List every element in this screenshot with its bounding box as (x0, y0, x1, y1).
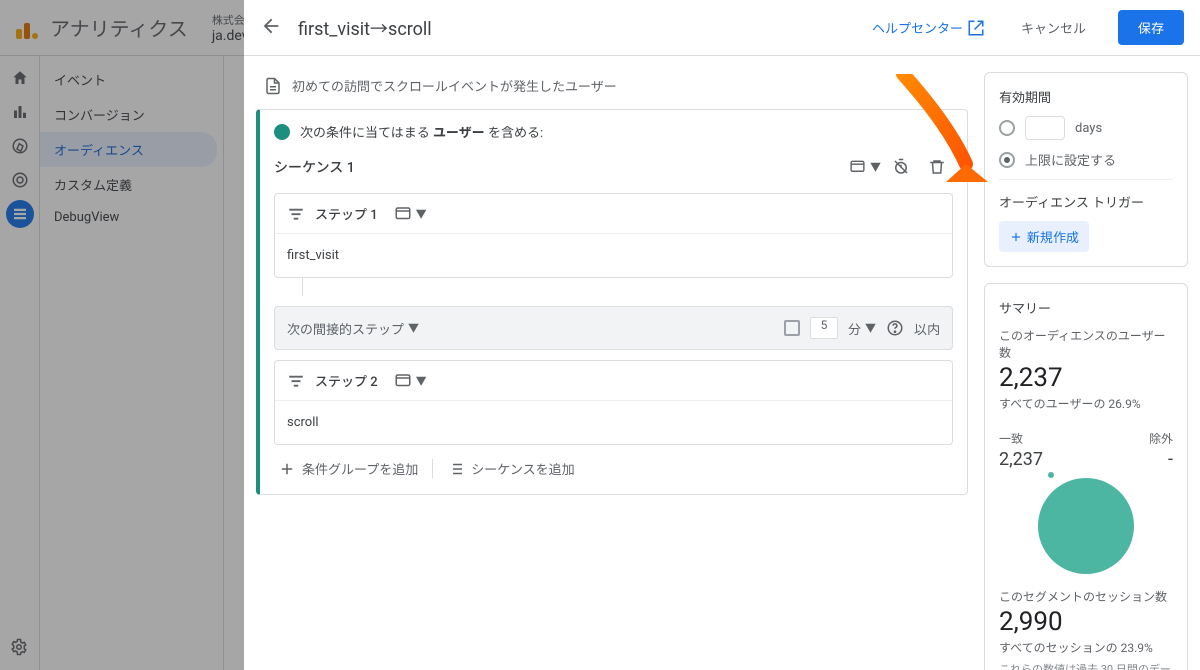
panel-header: first_visit→scroll ヘルプセンター キャンセル 保存 (244, 0, 1200, 56)
summary-exclude-label: 除外 (1086, 430, 1173, 447)
scope-icon (394, 205, 412, 223)
summary-sessions-pct: すべてのセッションの 23.9% (999, 639, 1173, 656)
include-header: 次の条件に当てはまる ユーザー を含める: (274, 122, 953, 141)
step-2-label: ステップ 2 (315, 371, 378, 390)
side-panel: 有効期間 days 上限に設定する オーディエンス トリガー 新規作成 (984, 56, 1200, 670)
plus-icon (1009, 230, 1023, 244)
add-sequence-label: シーケンスを追加 (471, 459, 574, 478)
duration-max-label: 上限に設定する (1025, 150, 1116, 169)
connector-line (302, 278, 953, 296)
timer-off-icon (892, 158, 910, 176)
summary-pie-chart (999, 478, 1173, 574)
description-text: 初めての訪問でスクロールイベントが発生したユーザー (292, 76, 617, 95)
sequence-scope-selector[interactable]: ▼ (849, 151, 881, 183)
description-row[interactable]: 初めての訪問でスクロールイベントが発生したユーザー (256, 72, 968, 109)
time-unit-label: 分 (848, 319, 861, 338)
include-suffix: を含める: (485, 126, 543, 141)
include-dot-icon (274, 124, 290, 140)
summary-note: これらの数値は過去 30 日間のデータに基づく推定であり、実際のユーザーのサイズ… (999, 662, 1173, 670)
step-1-event[interactable]: first_visit (275, 234, 952, 277)
trash-icon (928, 158, 946, 176)
include-bold: ユーザー (433, 126, 485, 141)
summary-title: サマリー (999, 298, 1173, 317)
summary-users-label: このオーディエンスのユーザー数 (999, 327, 1173, 361)
time-constraint-checkbox[interactable] (784, 320, 800, 336)
time-value-input[interactable]: 5 (810, 317, 838, 339)
help-icon[interactable] (886, 319, 904, 337)
sequence-list-icon (447, 460, 465, 478)
sequence-title: シーケンス 1 (274, 157, 845, 177)
audience-builder-panel: first_visit→scroll ヘルプセンター キャンセル 保存 初めての… (244, 0, 1200, 670)
sequence-footer: 条件グループを追加 シーケンスを追加 (274, 445, 953, 484)
summary-card: サマリー このオーディエンスのユーザー数 2,237 すべてのユーザーの 26.… (984, 283, 1188, 670)
cancel-button[interactable]: キャンセル (1021, 18, 1086, 37)
chevron-down-icon: ▼ (865, 320, 876, 336)
summary-users-pct: すべてのユーザーの 26.9% (999, 395, 1173, 412)
step-2-scope-selector[interactable]: ▼ (394, 372, 427, 390)
duration-max-radio[interactable] (999, 152, 1015, 168)
plus-icon (278, 460, 296, 478)
help-center-link[interactable]: ヘルプセンター (872, 18, 985, 37)
summary-match-value: 2,237 (999, 449, 1086, 470)
create-trigger-label: 新規作成 (1027, 227, 1079, 246)
time-unit-selector[interactable]: 分 ▼ (848, 319, 876, 338)
step-2-card: ステップ 2 ▼ scroll (274, 360, 953, 445)
save-button[interactable]: 保存 (1118, 10, 1184, 45)
help-center-label: ヘルプセンター (872, 18, 963, 37)
filter-list-icon (287, 205, 305, 223)
audience-trigger-title: オーディエンス トリガー (999, 192, 1173, 211)
add-condition-group-button[interactable]: 条件グループを追加 (278, 459, 418, 478)
timer-toggle-button[interactable] (885, 151, 917, 183)
summary-sessions-value: 2,990 (999, 607, 1173, 637)
step-1-scope-selector[interactable]: ▼ (394, 205, 427, 223)
summary-sessions-label: このセグメントのセッション数 (999, 588, 1173, 605)
chevron-down-icon: ▼ (408, 320, 419, 336)
description-icon (264, 77, 282, 95)
summary-exclude-value: - (1086, 449, 1173, 470)
scope-icon (849, 158, 866, 176)
step-1-label: ステップ 1 (315, 204, 378, 223)
duration-days-unit: days (1075, 121, 1102, 136)
duration-title: 有効期間 (999, 87, 1173, 106)
back-arrow-icon[interactable] (260, 15, 282, 41)
step-2-event[interactable]: scroll (275, 401, 952, 444)
membership-duration-card: 有効期間 days 上限に設定する オーディエンス トリガー 新規作成 (984, 72, 1188, 267)
builder-area: 初めての訪問でスクロールイベントが発生したユーザー 次の条件に当てはまる ユーザ… (244, 56, 984, 670)
connector-type-label: 次の間接的ステップ (287, 319, 404, 338)
external-link-icon (967, 19, 985, 37)
connector-suffix: 以内 (914, 319, 940, 338)
add-sequence-button[interactable]: シーケンスを追加 (447, 459, 574, 478)
summary-users-value: 2,237 (999, 363, 1173, 393)
chevron-down-icon: ▼ (416, 373, 427, 389)
delete-sequence-button[interactable] (921, 151, 953, 183)
chevron-down-icon: ▼ (870, 159, 881, 175)
scope-icon (394, 372, 412, 390)
summary-match-label: 一致 (999, 430, 1086, 447)
include-prefix: 次の条件に当てはまる (300, 126, 433, 141)
sequence-card: 次の条件に当てはまる ユーザー を含める: シーケンス 1 ▼ (256, 109, 968, 495)
duration-days-radio[interactable] (999, 120, 1015, 136)
filter-list-icon (287, 372, 305, 390)
audience-title[interactable]: first_visit→scroll (298, 15, 856, 41)
create-trigger-button[interactable]: 新規作成 (999, 221, 1089, 252)
connector-type-selector[interactable]: 次の間接的ステップ ▼ (287, 319, 774, 338)
step-1-card: ステップ 1 ▼ first_visit (274, 193, 953, 278)
chevron-down-icon: ▼ (416, 206, 427, 222)
duration-days-input[interactable] (1025, 116, 1065, 140)
connector-row: 次の間接的ステップ ▼ 5 分 ▼ 以内 (274, 306, 953, 350)
add-condition-group-label: 条件グループを追加 (302, 459, 418, 478)
